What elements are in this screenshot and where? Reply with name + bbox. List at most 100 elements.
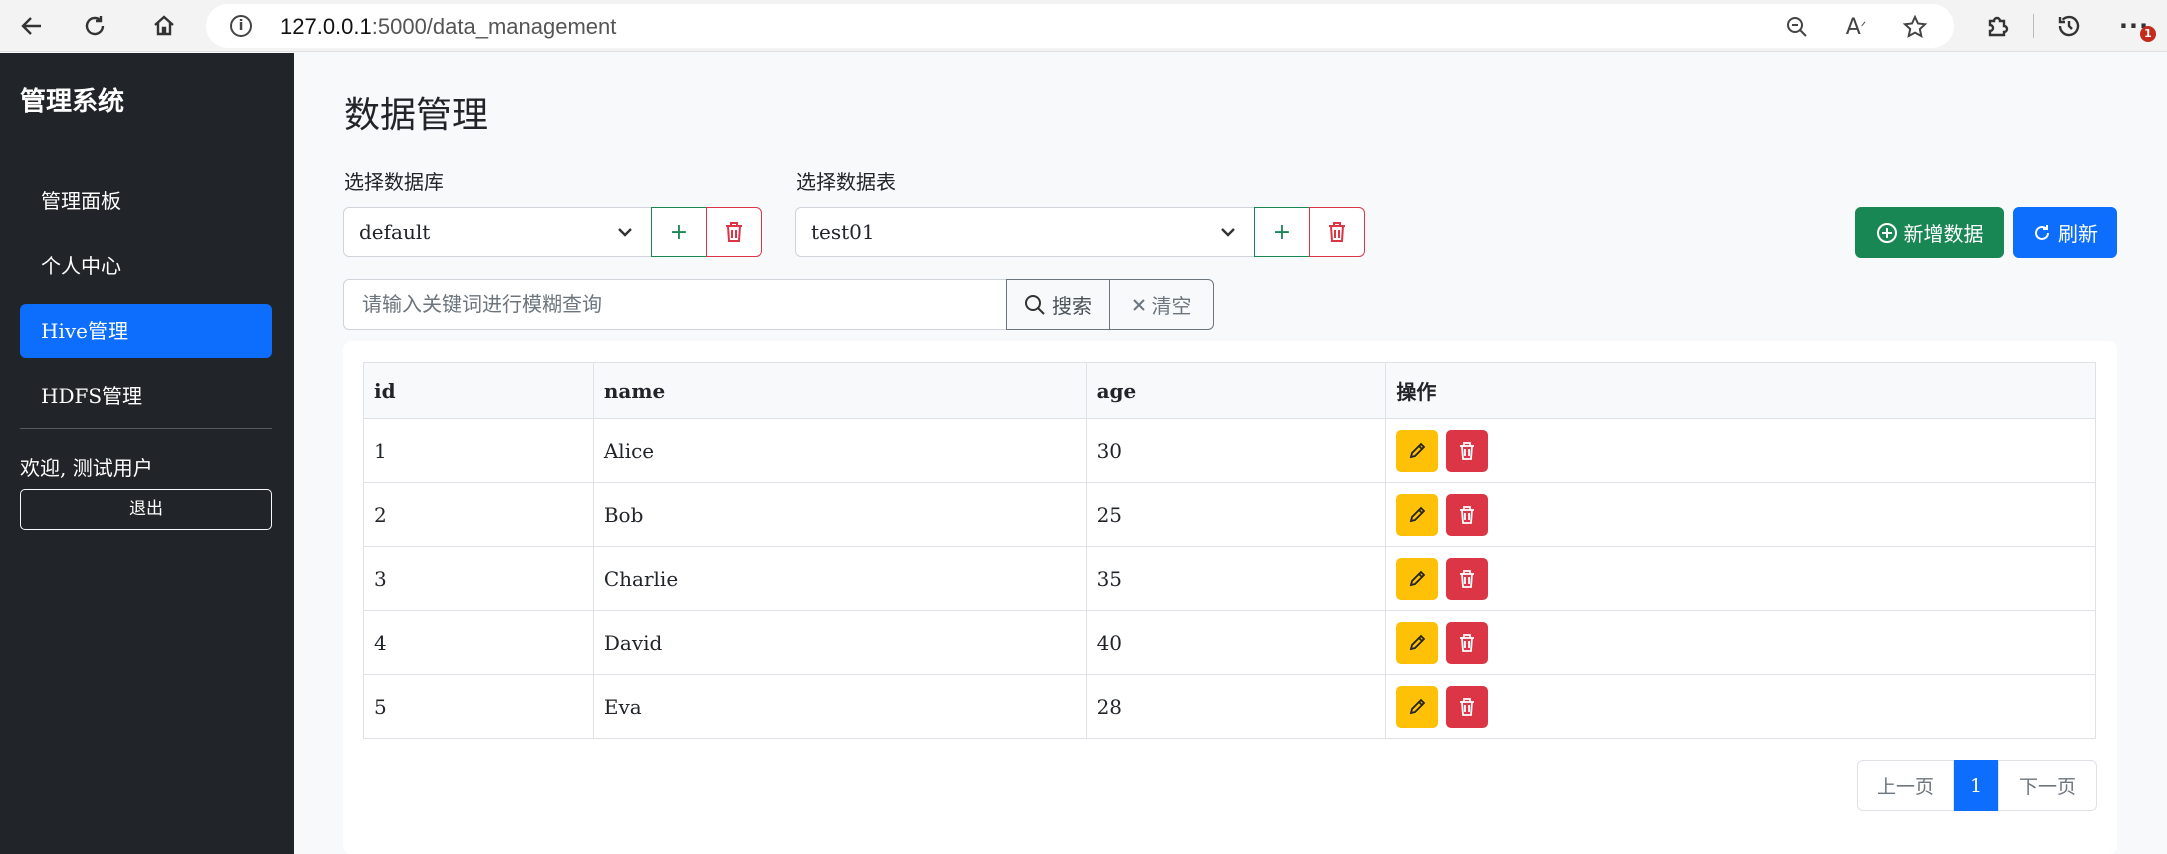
search-input[interactable]: 请输入关键词进行模糊查询 [343, 279, 1007, 330]
cell-id: 1 [363, 418, 594, 483]
browser-toolbar: i 127.0.0.1:5000/data_management Aᐟ ··· … [0, 0, 2167, 52]
edit-row-button[interactable] [1396, 493, 1439, 536]
history-icon [2058, 15, 2080, 37]
sidebar-brand: 管理系统 [20, 87, 125, 117]
cell-age: 30 [1085, 418, 1387, 483]
sidebar-item-hdfs[interactable]: HDFS管理 [20, 369, 272, 423]
refresh-label: 刷新 [2058, 222, 2098, 246]
address-bar[interactable]: i 127.0.0.1:5000/data_management Aᐟ [206, 4, 1954, 48]
read-aloud-icon[interactable]: Aᐟ [1841, 12, 1871, 42]
sidebar-item-hive[interactable]: Hive管理 [20, 304, 272, 358]
column-header-name: name [592, 362, 1087, 419]
cell-actions [1385, 482, 2096, 547]
column-header-actions: 操作 [1385, 362, 2096, 419]
cell-name: David [592, 610, 1087, 675]
pencil-icon [1410, 570, 1426, 586]
prev-page-button[interactable]: 上一页 [1857, 760, 1954, 811]
table-header-row: id name age 操作 [363, 362, 2096, 419]
zoom-out-button[interactable] [1782, 12, 1812, 42]
cell-age: 25 [1085, 482, 1387, 547]
trash-icon [726, 222, 742, 242]
next-page-button[interactable]: 下一页 [1998, 760, 2097, 811]
search-button[interactable]: 搜索 [1006, 279, 1110, 330]
delete-database-button[interactable] [706, 207, 762, 257]
cell-name: Alice [592, 418, 1087, 483]
pencil-icon [1410, 442, 1426, 458]
cell-id: 2 [363, 482, 594, 547]
pencil-icon [1410, 698, 1426, 714]
pencil-icon [1410, 506, 1426, 522]
search-label: 搜索 [1052, 294, 1092, 318]
add-database-button[interactable]: + [651, 207, 707, 257]
table-row: 4 David 40 [363, 610, 2096, 675]
trash-icon [1460, 441, 1475, 460]
database-select-value: default [359, 220, 431, 244]
search-icon [1025, 294, 1045, 315]
trash-icon [1460, 697, 1475, 716]
sidebar-divider [20, 428, 272, 429]
column-header-age: age [1085, 362, 1387, 419]
url-text[interactable]: 127.0.0.1:5000/data_management [280, 14, 616, 40]
extensions-button[interactable] [1981, 10, 2013, 42]
info-icon[interactable]: i [230, 15, 252, 37]
add-data-label: 新增数据 [1903, 222, 1984, 246]
logout-button[interactable]: 退出 [20, 489, 272, 530]
reload-button[interactable] [77, 8, 113, 44]
table-row: 2 Bob 25 [363, 482, 2096, 547]
refresh-button[interactable]: 刷新 [2013, 207, 2117, 258]
trash-icon [1460, 505, 1475, 524]
close-icon [1132, 298, 1145, 311]
delete-row-button[interactable] [1446, 429, 1489, 472]
edit-row-button[interactable] [1396, 621, 1439, 664]
table-row: 5 Eva 28 [363, 674, 2096, 739]
pagination: 上一页 1 下一页 [1857, 760, 2097, 811]
chevron-down-icon [1221, 228, 1235, 237]
clear-button[interactable]: 清空 [1109, 279, 1214, 330]
favorite-button[interactable] [1900, 12, 1930, 42]
extensions-icon [1988, 16, 2009, 37]
welcome-text: 欢迎, 测试用户 [20, 456, 153, 480]
edit-row-button[interactable] [1396, 429, 1439, 472]
cell-name: Charlie [592, 546, 1087, 611]
home-button[interactable] [146, 8, 182, 44]
clear-label: 清空 [1151, 294, 1192, 318]
history-button[interactable] [2053, 10, 2085, 42]
cell-id: 3 [363, 546, 594, 611]
back-button[interactable] [14, 8, 50, 44]
delete-row-button[interactable] [1446, 685, 1489, 728]
pencil-icon [1410, 634, 1426, 650]
delete-table-button[interactable] [1309, 207, 1365, 257]
refresh-icon [2035, 224, 2049, 240]
trash-icon [1329, 222, 1345, 242]
delete-row-button[interactable] [1446, 493, 1489, 536]
table-row: 1 Alice 30 [363, 418, 2096, 483]
cell-name: Bob [592, 482, 1087, 547]
database-select[interactable]: default [343, 207, 652, 257]
delete-row-button[interactable] [1446, 621, 1489, 664]
cell-age: 28 [1085, 674, 1387, 739]
toolbar-divider [2033, 14, 2034, 38]
table-select[interactable]: test01 [795, 207, 1255, 257]
plus-circle-icon [1876, 222, 1897, 243]
add-data-button[interactable]: 新增数据 [1855, 207, 2004, 258]
sidebar-item-profile[interactable]: 个人中心 [20, 239, 272, 293]
data-table: id name age 操作 1 Alice 30 2 Bob 25 3 Cha… [363, 362, 2096, 739]
cell-id: 4 [363, 610, 594, 675]
chevron-down-icon [618, 228, 632, 237]
delete-row-button[interactable] [1446, 557, 1489, 600]
trash-icon [1460, 569, 1475, 588]
add-table-button[interactable]: + [1254, 207, 1310, 257]
table-select-value: test01 [811, 220, 875, 244]
cell-actions [1385, 674, 2096, 739]
sidebar-item-dashboard[interactable]: 管理面板 [20, 174, 272, 228]
cell-actions [1385, 546, 2096, 611]
table-row: 3 Charlie 35 [363, 546, 2096, 611]
data-table-card: id name age 操作 1 Alice 30 2 Bob 25 3 Cha… [343, 341, 2117, 854]
trash-icon [1460, 633, 1475, 652]
page-1-button[interactable]: 1 [1954, 760, 1998, 811]
cell-actions [1385, 610, 2096, 675]
edit-row-button[interactable] [1396, 685, 1439, 728]
back-arrow-icon [21, 17, 41, 35]
edit-row-button[interactable] [1396, 557, 1439, 600]
notification-badge: 1 [2140, 26, 2156, 42]
